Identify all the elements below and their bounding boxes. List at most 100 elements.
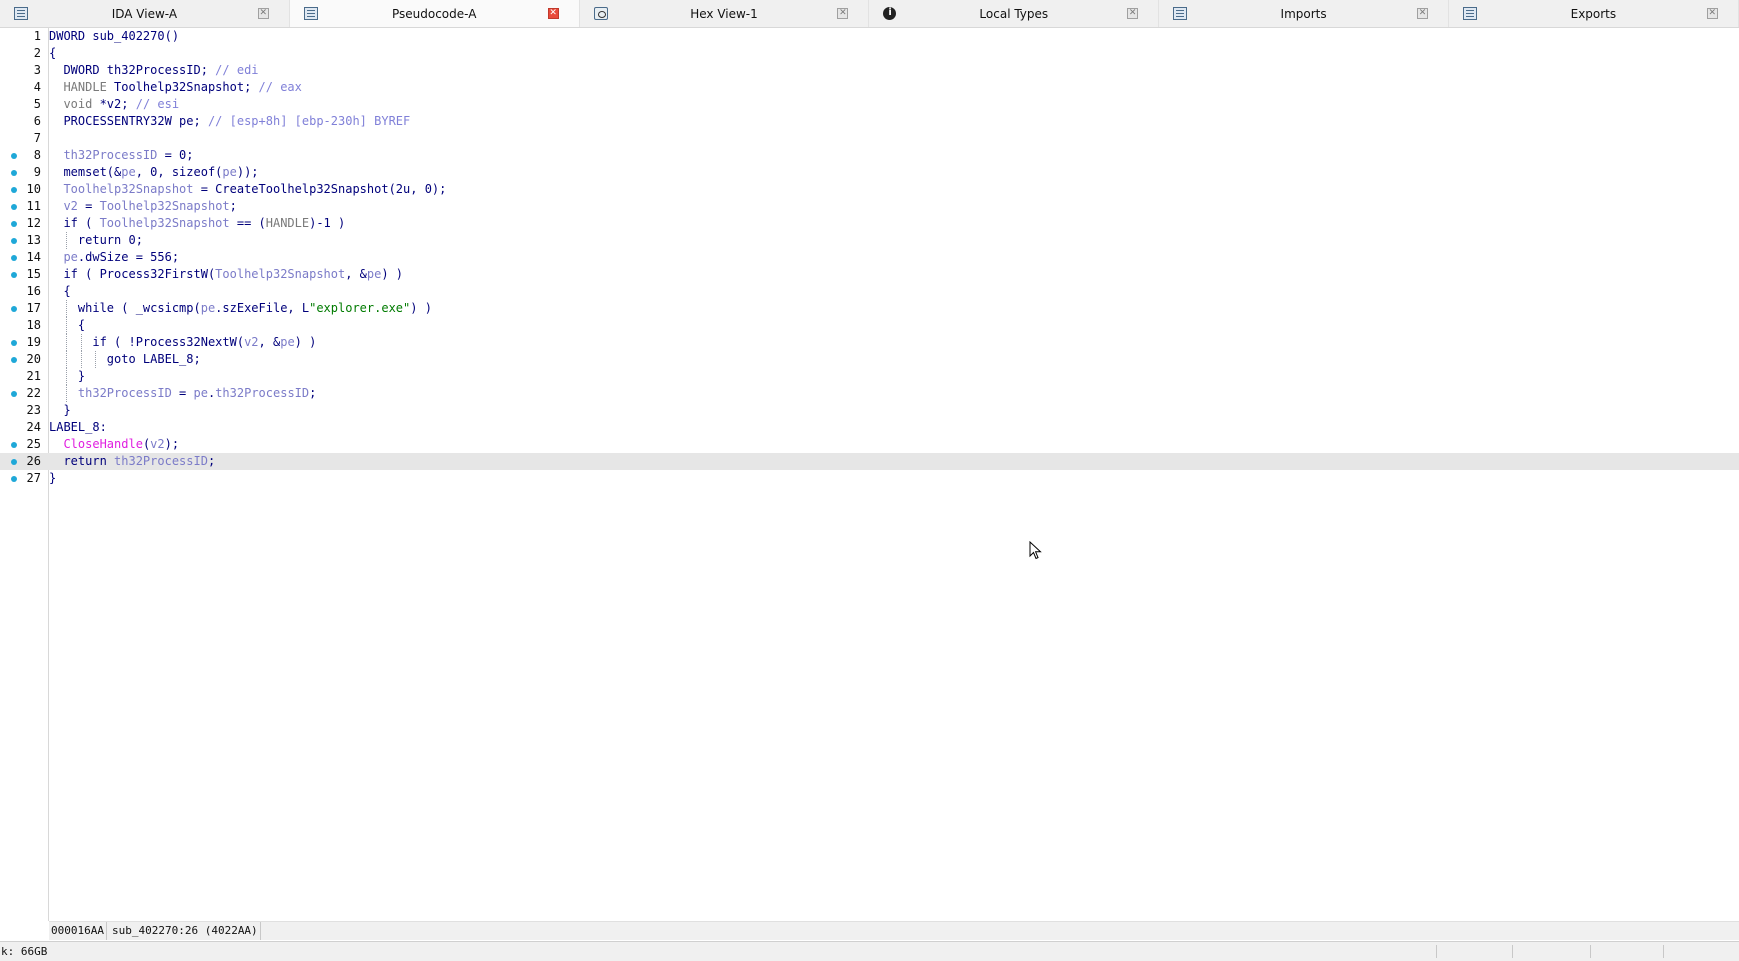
line-number: 2 bbox=[33, 46, 41, 60]
line-number: 25 bbox=[26, 437, 41, 451]
close-icon[interactable]: ✕ bbox=[1416, 8, 1428, 19]
code-line[interactable]: 2{ bbox=[0, 45, 1739, 62]
code-line[interactable]: 9 memset(&pe, 0, sizeof(pe)); bbox=[0, 164, 1739, 181]
code-text[interactable]: void *v2; // esi bbox=[49, 96, 179, 113]
code-line[interactable]: 20 goto LABEL_8; bbox=[0, 351, 1739, 368]
close-icon[interactable]: ✕ bbox=[547, 8, 559, 19]
tab-hex-view-1[interactable]: Hex View-1 ✕ bbox=[580, 0, 870, 27]
code-line[interactable]: 6 PROCESSENTRY32W pe; // [esp+8h] [ebp-2… bbox=[0, 113, 1739, 130]
code-text[interactable]: if ( Process32FirstW(Toolhelp32Snapshot,… bbox=[49, 266, 403, 283]
code-text[interactable]: memset(&pe, 0, sizeof(pe)); bbox=[49, 164, 258, 181]
code-line[interactable]: 15 if ( Process32FirstW(Toolhelp32Snapsh… bbox=[0, 266, 1739, 283]
bottom-status-bar: k: 66GB bbox=[0, 941, 1739, 961]
line-number: 16 bbox=[26, 284, 41, 298]
code-text[interactable]: PROCESSENTRY32W pe; // [esp+8h] [ebp-230… bbox=[49, 113, 410, 130]
tab-imports[interactable]: Imports ✕ bbox=[1159, 0, 1449, 27]
code-text[interactable]: DWORD th32ProcessID; // edi bbox=[49, 62, 258, 79]
code-line[interactable]: 21 } bbox=[0, 368, 1739, 385]
code-text[interactable]: CloseHandle(v2); bbox=[49, 436, 179, 453]
tab-exports[interactable]: Exports ✕ bbox=[1449, 0, 1739, 27]
code-text[interactable]: th32ProcessID = pe.th32ProcessID; bbox=[49, 385, 316, 402]
line-number: 6 bbox=[33, 114, 41, 128]
code-line[interactable]: 23 } bbox=[0, 402, 1739, 419]
line-number: 1 bbox=[33, 29, 41, 43]
code-text[interactable]: return th32ProcessID; bbox=[49, 453, 215, 470]
code-text[interactable]: th32ProcessID = 0; bbox=[49, 147, 193, 164]
line-number: 7 bbox=[33, 131, 41, 145]
line-number: 11 bbox=[26, 199, 41, 213]
pseudocode-view[interactable]: 1 DWORD sub_402270() 2{3 DWORD th32Process… bbox=[0, 28, 1739, 921]
line-number: 15 bbox=[26, 267, 41, 281]
tab-label: Imports bbox=[1280, 7, 1327, 21]
code-lines[interactable]: 1 DWORD sub_402270() 2{3 DWORD th32Process… bbox=[0, 28, 1739, 487]
line-number: 24 bbox=[26, 420, 41, 434]
close-icon[interactable]: ✕ bbox=[1127, 8, 1139, 19]
code-text[interactable]: } bbox=[49, 368, 85, 385]
line-number: 13 bbox=[26, 233, 41, 247]
code-line[interactable]: 4 HANDLE Toolhelp32Snapshot; // eax bbox=[0, 79, 1739, 96]
line-number: 23 bbox=[26, 403, 41, 417]
tab-label: IDA View-A bbox=[111, 7, 178, 21]
code-text[interactable]: Toolhelp32Snapshot = CreateToolhelp32Sna… bbox=[49, 181, 446, 198]
code-text[interactable]: v2 = Toolhelp32Snapshot; bbox=[49, 198, 236, 215]
line-number: 12 bbox=[26, 216, 41, 230]
code-text[interactable]: while ( _wcsicmp(pe.szExeFile, L"explore… bbox=[49, 300, 432, 317]
code-line[interactable]: 18 { bbox=[0, 317, 1739, 334]
code-text[interactable]: goto LABEL_8; bbox=[49, 351, 201, 368]
code-line[interactable]: 12 if ( Toolhelp32Snapshot == (HANDLE)-1… bbox=[0, 215, 1739, 232]
status-divider bbox=[1436, 945, 1437, 958]
code-text[interactable]: } bbox=[49, 470, 56, 487]
code-line[interactable]: 3 DWORD th32ProcessID; // edi bbox=[0, 62, 1739, 79]
code-line[interactable]: 26 return th32ProcessID; bbox=[0, 453, 1739, 470]
code-text[interactable]: if ( Toolhelp32Snapshot == (HANDLE)-1 ) bbox=[49, 215, 345, 232]
code-text[interactable]: } bbox=[49, 402, 70, 419]
tab-ida-view-a[interactable]: IDA View-A ✕ bbox=[0, 0, 290, 27]
code-line[interactable]: 7 bbox=[0, 130, 1739, 147]
code-line[interactable]: 11 v2 = Toolhelp32Snapshot; bbox=[0, 198, 1739, 215]
code-text[interactable]: return 0; bbox=[49, 232, 143, 249]
status-divider bbox=[1512, 945, 1513, 958]
tab-bar: IDA View-A ✕ Pseudocode-A ✕ Hex View-1 ✕… bbox=[0, 0, 1739, 28]
code-line[interactable]: 1 DWORD sub_402270() bbox=[0, 28, 1739, 45]
code-line[interactable]: 8 th32ProcessID = 0; bbox=[0, 147, 1739, 164]
code-text[interactable]: HANDLE Toolhelp32Snapshot; // eax bbox=[49, 79, 301, 96]
status-location: sub_402270:26 (4022AA) bbox=[110, 922, 261, 940]
tab-label: Exports bbox=[1570, 7, 1617, 21]
line-number: 27 bbox=[26, 471, 41, 485]
mouse-cursor-icon bbox=[1029, 541, 1042, 560]
tab-label: Pseudocode-A bbox=[391, 7, 477, 21]
tab-local-types[interactable]: Local Types ✕ bbox=[869, 0, 1160, 27]
code-line[interactable]: 22 th32ProcessID = pe.th32ProcessID; bbox=[0, 385, 1739, 402]
tab-label: Local Types bbox=[979, 7, 1049, 21]
line-number: 17 bbox=[26, 301, 41, 315]
status-line: 000016AA sub_402270:26 (4022AA) bbox=[49, 921, 1739, 940]
code-text[interactable]: LABEL_8: bbox=[49, 419, 107, 436]
code-text[interactable]: { bbox=[49, 283, 70, 300]
line-number: 10 bbox=[26, 182, 41, 196]
code-line[interactable]: 19 if ( !Process32NextW(v2, &pe) ) bbox=[0, 334, 1739, 351]
code-text[interactable]: if ( !Process32NextW(v2, &pe) ) bbox=[49, 334, 316, 351]
code-line[interactable]: 27} bbox=[0, 470, 1739, 487]
code-text[interactable]: DWORD sub_402270() bbox=[49, 28, 179, 45]
code-line[interactable]: 16 { bbox=[0, 283, 1739, 300]
line-number: 20 bbox=[26, 352, 41, 366]
line-number: 22 bbox=[26, 386, 41, 400]
line-number: 4 bbox=[33, 80, 41, 94]
code-line[interactable]: 25 CloseHandle(v2); bbox=[0, 436, 1739, 453]
code-line[interactable]: 24 LABEL_8: bbox=[0, 419, 1739, 436]
tab-pseudocode-a[interactable]: Pseudocode-A ✕ bbox=[289, 0, 580, 27]
close-icon[interactable]: ✕ bbox=[257, 8, 269, 19]
close-icon[interactable]: ✕ bbox=[837, 8, 849, 19]
line-number: 3 bbox=[33, 63, 41, 77]
code-text[interactable]: { bbox=[49, 45, 56, 62]
line-number: 26 bbox=[26, 454, 41, 468]
code-line[interactable]: 13 return 0; bbox=[0, 232, 1739, 249]
code-line[interactable]: 5 void *v2; // esi bbox=[0, 96, 1739, 113]
code-text[interactable]: pe.dwSize = 556; bbox=[49, 249, 179, 266]
close-icon[interactable]: ✕ bbox=[1706, 8, 1718, 19]
code-text[interactable]: { bbox=[49, 317, 85, 334]
line-number: 21 bbox=[26, 369, 41, 383]
code-line[interactable]: 14 pe.dwSize = 556; bbox=[0, 249, 1739, 266]
code-line[interactable]: 10 Toolhelp32Snapshot = CreateToolhelp32… bbox=[0, 181, 1739, 198]
code-line[interactable]: 17 while ( _wcsicmp(pe.szExeFile, L"expl… bbox=[0, 300, 1739, 317]
